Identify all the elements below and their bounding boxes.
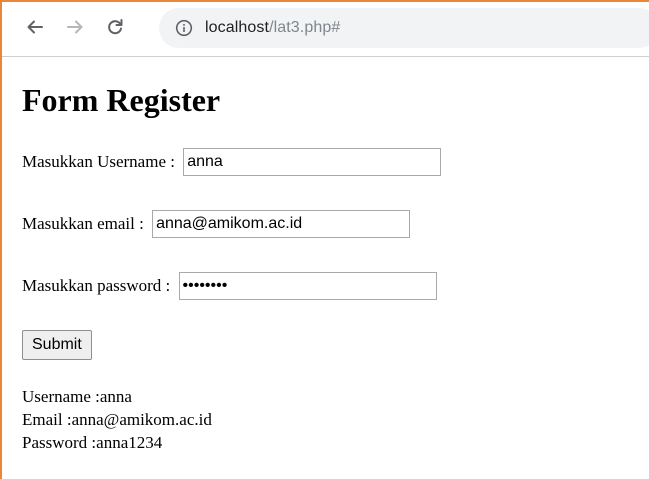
url-text[interactable]: localhost/lat3.php# — [205, 19, 340, 37]
url-host: localhost — [205, 19, 270, 36]
email-input[interactable] — [152, 210, 411, 238]
email-row: Masukkan email : — [22, 210, 649, 238]
back-button[interactable] — [20, 12, 50, 42]
submit-wrap: Submit — [22, 330, 649, 360]
result-username: Username :anna — [22, 387, 132, 406]
result-output: Username :anna Email :anna@amikom.ac.id … — [22, 385, 649, 454]
forward-button[interactable] — [60, 12, 90, 42]
password-row: Masukkan password : — [22, 272, 649, 300]
password-input[interactable] — [178, 272, 437, 300]
info-icon[interactable] — [175, 19, 193, 37]
browser-toolbar: localhost/lat3.php# — [2, 2, 649, 57]
submit-button[interactable]: Submit — [22, 330, 92, 360]
username-input[interactable] — [183, 148, 442, 176]
reload-icon — [108, 19, 123, 35]
address-bar[interactable]: localhost/lat3.php# — [159, 8, 649, 48]
result-email: Email :anna@amikom.ac.id — [22, 410, 212, 429]
url-path: /lat3.php# — [269, 19, 341, 36]
result-password: Password :anna1234 — [22, 433, 163, 452]
email-label: Masukkan email : — [22, 214, 149, 233]
page-content: Form Register Masukkan Username : Masukk… — [22, 64, 649, 454]
password-label: Masukkan password : — [22, 276, 175, 295]
reload-button[interactable] — [100, 12, 130, 42]
browser-window: localhost/lat3.php# Form Register Masukk… — [0, 0, 649, 479]
page-title: Form Register — [22, 82, 221, 118]
arrow-right-icon — [67, 20, 83, 34]
username-label: Masukkan Username : — [22, 152, 180, 171]
arrow-left-icon — [27, 20, 43, 34]
username-row: Masukkan Username : — [22, 148, 649, 176]
